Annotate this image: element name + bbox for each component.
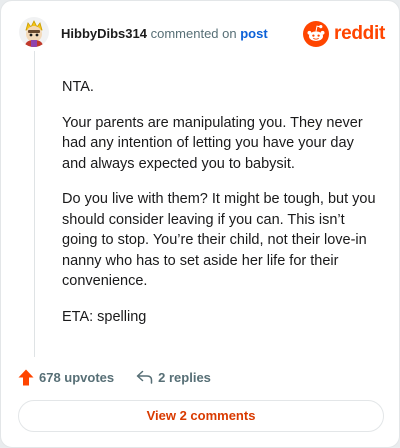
comment-body: NTA. Your parents are manipulating you. … [62, 77, 380, 342]
reply-arrow-icon [136, 370, 153, 384]
reddit-logo-icon [303, 21, 330, 47]
comment-meta: HibbyDibs314 commented on post [61, 26, 268, 42]
comment-paragraph: NTA. [62, 79, 94, 95]
username-link[interactable]: HibbyDibs314 [61, 26, 147, 41]
comment-paragraph: ETA: spelling [62, 308, 147, 325]
replies-button[interactable]: 2 replies [136, 370, 211, 385]
upvote-count: 678 upvotes [39, 369, 115, 385]
upvote-button[interactable]: 678 upvotes [18, 369, 114, 386]
comment-header: HibbyDibs314 commented on post reddit [19, 17, 385, 53]
reddit-wordmark: reddit [334, 23, 385, 44]
view-comments-button[interactable]: View 2 comments [18, 400, 384, 432]
reply-count: 2 replies [158, 369, 211, 385]
post-link[interactable]: post [240, 26, 267, 41]
avatar[interactable] [19, 17, 49, 47]
comment-card: HibbyDibs314 commented on post reddit NT… [0, 0, 400, 448]
action-text: commented on [150, 26, 237, 41]
comment-paragraph: Do you live with them? It might be tough… [62, 191, 376, 289]
thread-line [34, 51, 35, 357]
avatar-icon [19, 17, 49, 47]
upvote-arrow-icon [18, 369, 34, 385]
reddit-logo[interactable]: reddit [303, 21, 385, 47]
comment-paragraph: Your parents are manipulating you. They … [62, 114, 363, 172]
comment-actions: 678 upvotes 2 replies [18, 367, 211, 387]
